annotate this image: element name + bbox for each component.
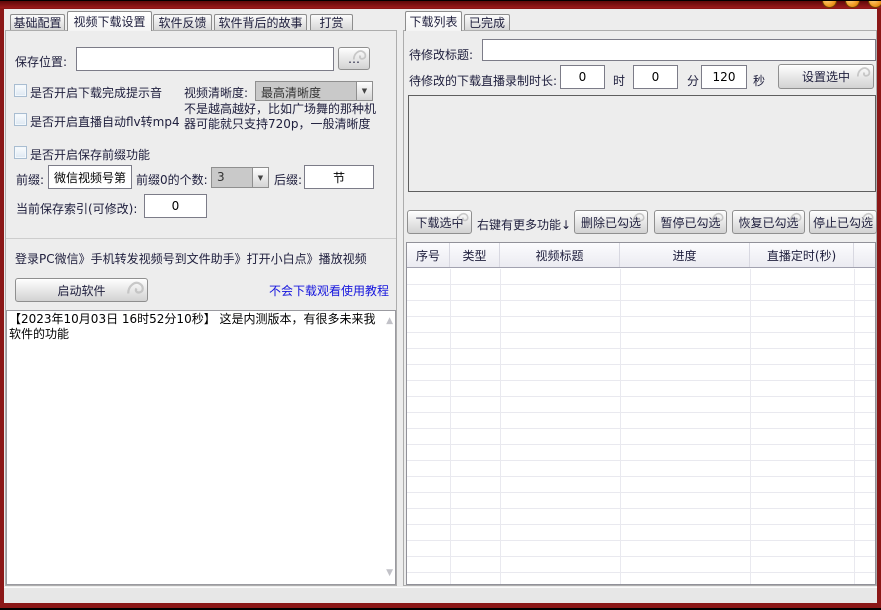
client-area: 基础配置 视频下载设置 软件反馈 软件背后的故事 打赏 保存位置: …	[4, 9, 877, 603]
cloud-swirl-icon	[352, 48, 368, 64]
column-gridline	[750, 269, 751, 584]
zero-count-dropdown[interactable]: 3 ▼	[211, 167, 269, 188]
cloud-swirl-icon	[856, 65, 872, 81]
clarity-label: 视频清晰度:	[184, 84, 248, 101]
launch-software-label: 启动软件	[57, 282, 105, 299]
cloud-swirl-icon	[789, 211, 803, 225]
window-frame: 基础配置 视频下载设置 软件反馈 软件背后的故事 打赏 保存位置: …	[0, 1, 881, 608]
duration-minutes-input[interactable]	[633, 65, 678, 89]
hours-unit-label: 时	[613, 72, 625, 89]
column-gridline	[620, 269, 621, 584]
column-header-spacer	[854, 243, 875, 267]
section-divider	[6, 238, 396, 239]
clarity-value: 最高清晰度	[256, 82, 356, 100]
column-header-type[interactable]: 类型	[450, 243, 500, 267]
launch-software-button[interactable]: 启动软件	[15, 278, 148, 302]
seconds-unit-label: 秒	[753, 72, 765, 89]
cloud-swirl-icon	[456, 211, 470, 225]
delete-checked-button[interactable]: 删除已勾选	[574, 210, 648, 234]
tab-basic-config[interactable]: 基础配置	[10, 14, 65, 30]
left-tabpage: 保存位置: … 是否开启下载完成提示音 视频清晰度: 最高清晰度 ▼ 不是越高越…	[5, 30, 397, 586]
clarity-hint-line2: 器可能就只支持720p，一般清晰度	[184, 117, 376, 132]
tab-completed[interactable]: 已完成	[464, 14, 510, 30]
duration-seconds-input[interactable]	[701, 65, 747, 89]
prefix-input[interactable]	[48, 165, 132, 189]
minimize-window-icon[interactable]	[822, 1, 837, 8]
pending-title-label: 待修改标题:	[409, 46, 473, 63]
suffix-label: 后缀:	[274, 171, 302, 188]
scroll-up-icon[interactable]: ▲	[386, 314, 393, 329]
clarity-dropdown[interactable]: 最高清晰度 ▼	[255, 81, 373, 101]
titlebar[interactable]	[0, 1, 881, 8]
set-selected-label: 设置选中	[802, 68, 850, 85]
log-textarea[interactable]: 【2023年10月03日 16时52分10秒】 这是内测版本，有很多未来我软件的…	[6, 310, 396, 585]
zero-count-label: 前缀0的个数:	[136, 171, 208, 188]
tab-label: 已完成	[469, 14, 505, 31]
duration-hours-input[interactable]	[560, 65, 605, 89]
tab-label: 基础配置	[13, 14, 61, 31]
tab-label: 软件背后的故事	[218, 14, 302, 31]
save-location-input[interactable]	[76, 47, 334, 71]
chevron-down-icon[interactable]: ▼	[356, 82, 372, 100]
tab-label: 视频下载设置	[73, 13, 145, 30]
right-click-hint: 右键有更多功能↓	[477, 216, 571, 233]
tab-donate[interactable]: 打赏	[310, 14, 353, 30]
save-location-label: 保存位置:	[15, 53, 67, 70]
column-header-index[interactable]: 序号	[407, 243, 450, 267]
column-header-progress[interactable]: 进度	[620, 243, 750, 267]
prefix-label: 前缀:	[16, 171, 44, 188]
tab-label: 下载列表	[409, 13, 457, 30]
usage-guide-text: 登录PC微信》手机转发视频号到文件助手》打开小白点》播放视频	[15, 250, 367, 267]
column-header-live-timer[interactable]: 直播定时(秒)	[750, 243, 854, 267]
table-header-row: 序号 类型 视频标题 进度 直播定时(秒)	[407, 243, 875, 268]
suffix-input[interactable]	[304, 165, 374, 189]
app-window: 基础配置 视频下载设置 软件反馈 软件背后的故事 打赏 保存位置: …	[0, 0, 881, 610]
resume-checked-button[interactable]: 恢复已勾选	[732, 210, 805, 234]
clarity-hint: 不是越高越好，比如广场舞的那种机 器可能就只支持720p，一般清晰度	[184, 102, 376, 132]
set-selected-button[interactable]: 设置选中	[778, 64, 874, 89]
download-sound-checkbox[interactable]	[14, 84, 27, 97]
duration-label: 待修改的下载直播录制时长:	[409, 72, 557, 89]
clarity-hint-line1: 不是越高越好，比如广场舞的那种机	[184, 102, 376, 117]
flv-convert-label: 是否开启直播自动flv转mp4	[30, 113, 180, 130]
cloud-swirl-icon	[861, 211, 875, 225]
tab-download-list[interactable]: 下载列表	[405, 11, 462, 31]
scroll-down-icon[interactable]: ▼	[386, 566, 393, 581]
tab-label: 软件反馈	[158, 14, 206, 31]
tab-label: 打赏	[319, 14, 343, 31]
column-gridline	[854, 269, 855, 584]
zero-count-value: 3	[212, 168, 252, 187]
download-sound-label: 是否开启下载完成提示音	[30, 84, 162, 101]
download-list-table: 序号 类型 视频标题 进度 直播定时(秒)	[406, 242, 876, 585]
save-prefix-checkbox[interactable]	[14, 146, 27, 159]
browse-folder-button[interactable]: …	[338, 47, 370, 70]
cloud-swirl-icon	[632, 211, 646, 225]
right-tabpage: 待修改标题: 待修改的下载直播录制时长: 时 分 秒 设置选中 下载选	[403, 30, 877, 586]
column-gridline	[500, 269, 501, 584]
save-index-input[interactable]	[144, 194, 207, 218]
stop-checked-button[interactable]: 停止已勾选	[809, 210, 877, 234]
save-prefix-label: 是否开启保存前缀功能	[30, 146, 150, 163]
log-text: 【2023年10月03日 16时52分10秒】 这是内测版本，有很多未来我软件的…	[9, 312, 376, 341]
chevron-down-icon[interactable]: ▼	[252, 168, 268, 187]
tab-story-behind-software[interactable]: 软件背后的故事	[214, 14, 307, 30]
tab-software-feedback[interactable]: 软件反馈	[153, 14, 212, 30]
tutorial-link[interactable]: 不会下载观看使用教程	[269, 282, 389, 299]
close-window-icon[interactable]	[868, 1, 881, 8]
minutes-unit-label: 分	[687, 72, 699, 89]
cloud-swirl-icon	[711, 211, 725, 225]
pause-checked-button[interactable]: 暂停已勾选	[654, 210, 727, 234]
column-header-title[interactable]: 视频标题	[500, 243, 620, 267]
tab-video-download-settings[interactable]: 视频下载设置	[67, 11, 152, 31]
flv-convert-checkbox[interactable]	[14, 113, 27, 126]
pending-title-input[interactable]	[482, 39, 876, 61]
maximize-window-icon[interactable]	[845, 1, 860, 8]
status-bar	[4, 587, 877, 603]
download-selected-button[interactable]: 下载选中	[407, 210, 472, 234]
info-box	[408, 95, 876, 192]
save-index-label: 当前保存索引(可修改):	[16, 200, 137, 217]
cloud-swirl-icon	[126, 279, 146, 299]
table-body-empty[interactable]	[407, 269, 875, 584]
column-gridline	[450, 269, 451, 584]
